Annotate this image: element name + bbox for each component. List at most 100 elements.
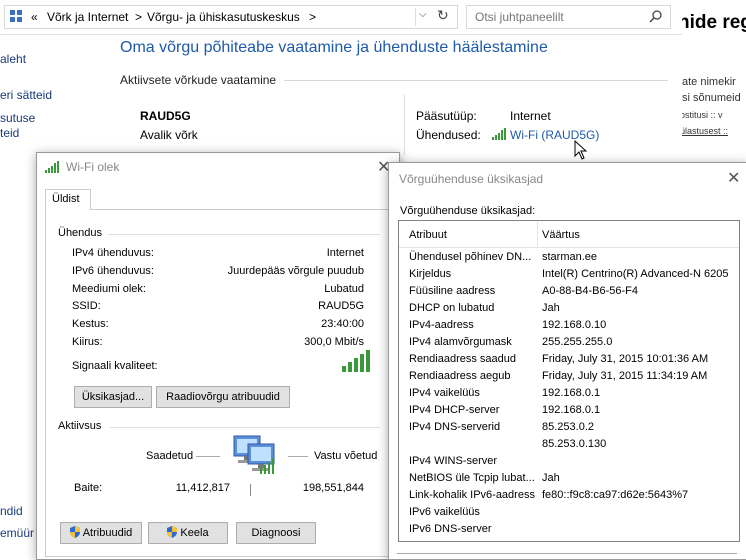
dialog-title: Võrguühenduse üksikasjad bbox=[399, 172, 544, 186]
active-networks-label: Aktiivsete võrkude vaatamine bbox=[120, 73, 277, 87]
disable-label: Keela bbox=[180, 527, 209, 539]
table-row[interactable]: IPv4 alamvõrgumask 255.255.255.0 bbox=[399, 336, 739, 353]
table-row[interactable]: NetBIOS üle Tcpip lubat... Jah bbox=[399, 472, 739, 489]
table-row[interactable]: IPv4-aadress 192.168.0.10 bbox=[399, 319, 739, 336]
left-link-1[interactable]: aleht bbox=[0, 52, 26, 66]
row-value: RAUD5G bbox=[318, 300, 364, 312]
property-cell: IPv4 alamvõrgumask bbox=[409, 336, 512, 348]
dialog-title: Wi-Fi olek bbox=[66, 160, 120, 174]
search-icon[interactable] bbox=[649, 9, 663, 26]
wifi-signal-icon bbox=[492, 128, 506, 143]
tab-general[interactable]: Üldist bbox=[45, 189, 91, 210]
table-row[interactable]: IPv6 DNS-server bbox=[399, 523, 739, 540]
value-cell: 192.168.0.1 bbox=[542, 404, 601, 416]
access-type-value: Internet bbox=[510, 109, 551, 123]
details-table: Atribuut Väärtus Ühendusel põhinev DN...… bbox=[398, 220, 740, 542]
table-row[interactable]: DHCP on lubatud Jah bbox=[399, 302, 739, 319]
row-label: IPv6 ühenduvus: bbox=[72, 265, 154, 277]
property-cell: IPv4 WINS-server bbox=[409, 455, 498, 467]
address-bar-area: « Võrk ja Internet > Võrgu- ja ühiskasut… bbox=[0, 0, 682, 35]
table-row[interactable]: IPv4 WINS-server bbox=[399, 455, 739, 472]
table-row[interactable]: Füüsiline aadress A0-88-B4-B6-56-F4 bbox=[399, 285, 739, 302]
refresh-icon[interactable]: ↻ bbox=[437, 7, 449, 24]
row-value: Juurdepääs võrgule puudub bbox=[227, 265, 364, 277]
property-cell: IPv4 vaikelüüs bbox=[409, 387, 480, 399]
value-cell: starman.ee bbox=[542, 251, 598, 263]
disable-button[interactable]: Keela bbox=[148, 522, 228, 544]
bytes-received: 198,551,844 bbox=[302, 482, 364, 494]
property-cell: Rendiaadress saadud bbox=[409, 353, 517, 365]
table-row[interactable]: IPv4 vaikelüüs 192.168.0.1 bbox=[399, 387, 739, 404]
search-input[interactable]: Otsi juhtpaneelilt bbox=[466, 5, 671, 29]
details-button[interactable]: Üksikasjad... bbox=[74, 386, 152, 408]
property-cell: NetBIOS üle Tcpip lubat... bbox=[409, 472, 535, 484]
column-header-value[interactable]: Väärtus bbox=[542, 229, 580, 241]
value-cell: 192.168.0.10 bbox=[542, 319, 607, 331]
table-row[interactable]: Kirjeldus Intel(R) Centrino(R) Advanced-N… bbox=[399, 268, 739, 285]
shield-icon bbox=[167, 525, 178, 538]
row-value: 23:40:00 bbox=[321, 318, 364, 330]
left-link-5[interactable]: ndid bbox=[0, 504, 23, 518]
wireless-properties-button[interactable]: Raadiovõrgu atribuudid bbox=[156, 386, 290, 408]
divider bbox=[284, 80, 668, 81]
value-cell: Friday, July 31, 2015 11:34:19 AM bbox=[542, 370, 708, 382]
wifi-status-dialog: Wi-Fi olek ✕ Üldist Ühendus IPv4 ühenduv… bbox=[36, 152, 400, 560]
wifi-signal-icon bbox=[45, 161, 59, 176]
property-cell: Link-kohalik IPv6-aadress bbox=[409, 489, 535, 501]
network-type: Avalik võrk bbox=[140, 128, 198, 142]
address-bar[interactable]: « Võrk ja Internet > Võrgu- ja ühiskasut… bbox=[4, 5, 458, 29]
activity-group-label: Aktiivsus bbox=[58, 420, 102, 432]
value-cell: 85.253.0.2 bbox=[542, 421, 594, 433]
table-row[interactable]: Rendiaadress saadud Friday, July 31, 2015… bbox=[399, 353, 739, 370]
web-line-2: si sõnumeid bbox=[682, 92, 741, 104]
shield-icon bbox=[69, 525, 80, 538]
access-type-label: Pääsutüüp: bbox=[416, 109, 477, 123]
column-header-property[interactable]: Atribuut bbox=[409, 229, 447, 241]
left-link-4[interactable]: teid bbox=[0, 126, 19, 140]
diagnose-button[interactable]: Diagnoosi bbox=[236, 522, 316, 544]
property-cell: Ühendusel põhinev DN... bbox=[409, 251, 532, 263]
value-cell: Friday, July 31, 2015 10:01:36 AM bbox=[542, 353, 709, 365]
web-line-3: ostitusi :: v bbox=[682, 110, 723, 120]
table-row[interactable]: Rendiaadress aegub Friday, July 31, 2015 … bbox=[399, 370, 739, 387]
left-link-2[interactable]: eri sätteid bbox=[0, 88, 52, 102]
property-cell: IPv4 DHCP-server bbox=[409, 404, 500, 416]
table-row[interactable]: IPv4 DNS-serverid 85.253.0.2 bbox=[399, 421, 739, 438]
bytes-label: Baite: bbox=[74, 482, 103, 494]
close-icon[interactable]: ✕ bbox=[727, 168, 740, 188]
tab-panel: Ühendus IPv4 ühenduvus: Internet IPv6 üh… bbox=[45, 209, 391, 557]
page-title: Oma võrgu põhiteabe vaatamine ja ühendus… bbox=[120, 39, 548, 56]
row-value: Lubatud bbox=[324, 283, 364, 295]
row-label: Kiirus: bbox=[72, 336, 103, 348]
table-row[interactable]: 85.253.0.130 bbox=[399, 438, 739, 455]
left-link-6[interactable]: emüür bbox=[0, 526, 34, 540]
table-header: Atribuut Väärtus bbox=[399, 221, 739, 248]
row-label: Kestus: bbox=[72, 318, 109, 330]
row-label: Meediumi olek: bbox=[72, 283, 146, 295]
property-cell: Füüsiline aadress bbox=[409, 285, 496, 297]
property-cell: Kirjeldus bbox=[409, 268, 452, 280]
value-cell: fe80::f9c8:ca97:d62e:5643%7 bbox=[542, 489, 689, 501]
connections-label: Ühendused: bbox=[416, 128, 481, 142]
network-name: RAUD5G bbox=[140, 109, 191, 123]
value-cell: 255.255.255.0 bbox=[542, 336, 613, 348]
value-cell: Jah bbox=[542, 472, 560, 484]
network-folder-icon bbox=[9, 9, 23, 23]
properties-button[interactable]: Atribuudid bbox=[60, 522, 142, 544]
property-cell: IPv6 vaikelüüs bbox=[409, 506, 480, 518]
breadcrumb-overflow[interactable]: « bbox=[31, 10, 38, 24]
web-line-1: ate nimekir bbox=[682, 76, 736, 88]
dropdown-icon[interactable]: ⌵ bbox=[419, 9, 427, 20]
table-row[interactable]: Ühendusel põhinev DN... starman.ee bbox=[399, 251, 739, 268]
property-cell: IPv4-aadress bbox=[409, 319, 474, 331]
table-row[interactable]: Link-kohalik IPv6-aadress fe80::f9c8:ca97… bbox=[399, 489, 739, 506]
breadcrumb-network-center[interactable]: Võrgu- ja ühiskasutuskeskus bbox=[147, 10, 300, 24]
web-line-4[interactable]: ülastusest :: bbox=[682, 126, 728, 136]
details-subtitle: Võrguühenduse üksikasjad: bbox=[400, 205, 536, 217]
left-link-3[interactable]: sutuse bbox=[0, 111, 35, 125]
table-row[interactable]: IPv6 vaikelüüs bbox=[399, 506, 739, 523]
breadcrumb-network-internet[interactable]: Võrk ja Internet bbox=[47, 10, 128, 24]
value-cell: Intel(R) Centrino(R) Advanced-N 6205 bbox=[542, 268, 729, 280]
value-cell: A0-88-B4-B6-56-F4 bbox=[542, 285, 638, 297]
table-row[interactable]: IPv4 DHCP-server 192.168.0.1 bbox=[399, 404, 739, 421]
